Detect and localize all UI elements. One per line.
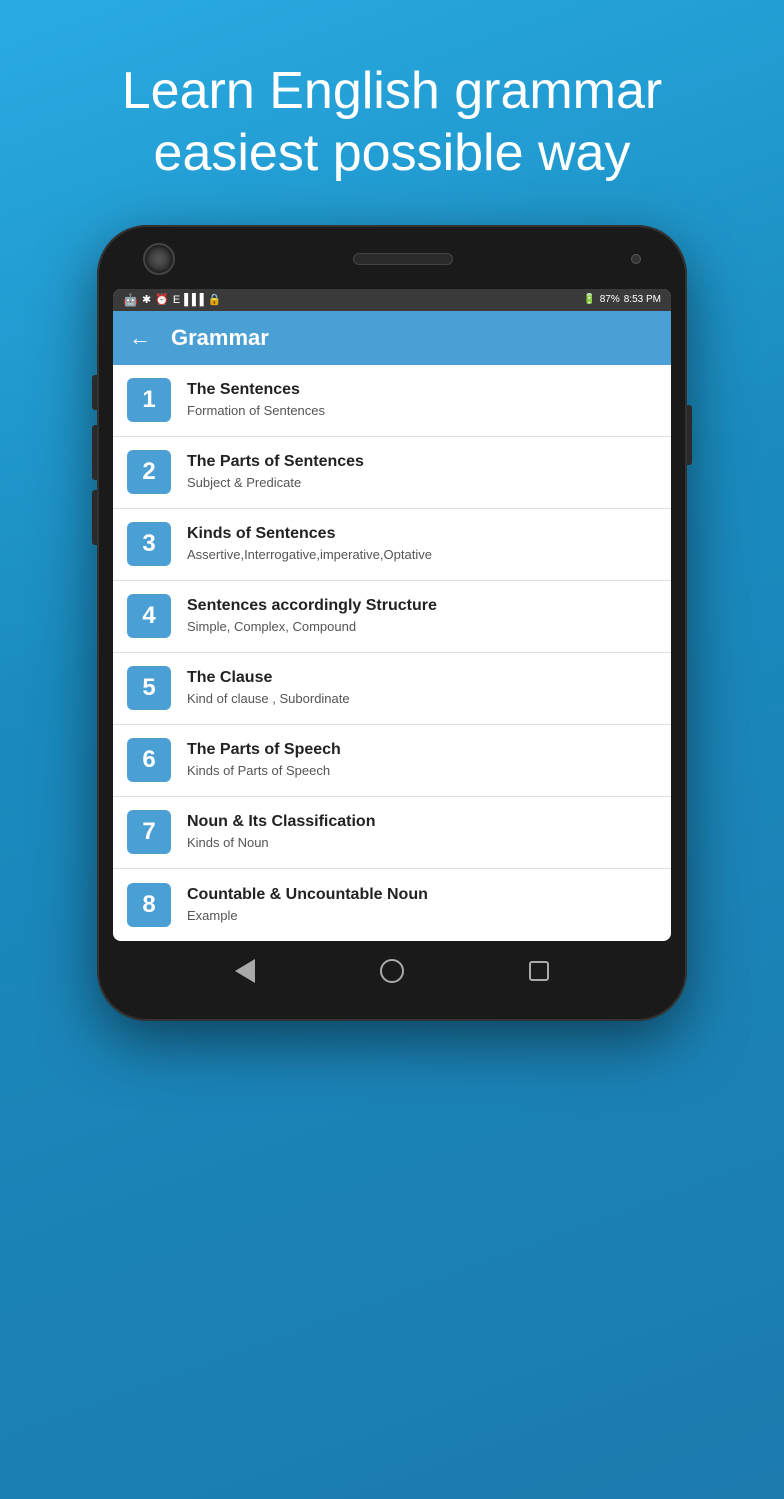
list-item[interactable]: 2 The Parts of Sentences Subject & Predi… — [113, 437, 671, 509]
list-item[interactable]: 8 Countable & Uncountable Noun Example — [113, 869, 671, 941]
list-item[interactable]: 5 The Clause Kind of clause , Subordinat… — [113, 653, 671, 725]
volume-down-button[interactable] — [92, 425, 97, 480]
phone-shell: 🤖 ✱ ⏰ E▐▐▐ 🔒 🔋 87% 8:53 PM ← Grammar — [97, 225, 687, 1021]
item-subtitle: Simple, Complex, Compound — [187, 619, 657, 636]
phone-bottom-nav — [113, 941, 671, 991]
back-nav-button[interactable] — [235, 959, 255, 983]
item-subtitle: Kind of clause , Subordinate — [187, 691, 657, 708]
item-text: Sentences accordingly Structure Simple, … — [187, 596, 657, 636]
item-text: Countable & Uncountable Noun Example — [187, 885, 657, 925]
item-subtitle: Formation of Sentences — [187, 403, 657, 420]
item-title: The Parts of Speech — [187, 740, 657, 761]
status-left: 🤖 ✱ ⏰ E▐▐▐ 🔒 — [123, 293, 221, 307]
hero-section: Learn English grammar easiest possible w… — [0, 0, 784, 215]
item-title: Countable & Uncountable Noun — [187, 885, 657, 906]
phone-speaker — [353, 253, 453, 265]
item-title: The Clause — [187, 668, 657, 689]
item-number-badge: 1 — [127, 378, 171, 422]
android-icon: 🤖 — [123, 293, 138, 307]
item-subtitle: Kinds of Parts of Speech — [187, 763, 657, 780]
item-subtitle: Subject & Predicate — [187, 475, 657, 492]
item-text: The Sentences Formation of Sentences — [187, 380, 657, 420]
battery-icon: 🔋 — [583, 294, 595, 305]
item-subtitle: Assertive,Interrogative,imperative,Optat… — [187, 547, 657, 564]
status-right: 🔋 87% 8:53 PM — [583, 294, 661, 305]
item-title: The Parts of Sentences — [187, 452, 657, 473]
item-text: The Clause Kind of clause , Subordinate — [187, 668, 657, 708]
volume-up-button[interactable] — [92, 375, 97, 410]
grammar-list: 1 The Sentences Formation of Sentences 2… — [113, 365, 671, 941]
item-title: Kinds of Sentences — [187, 524, 657, 545]
item-number-badge: 3 — [127, 522, 171, 566]
time-display: 8:53 PM — [624, 294, 661, 305]
list-item[interactable]: 1 The Sentences Formation of Sentences — [113, 365, 671, 437]
item-number-badge: 7 — [127, 810, 171, 854]
recents-nav-button[interactable] — [529, 961, 549, 981]
item-number-badge: 6 — [127, 738, 171, 782]
item-text: Kinds of Sentences Assertive,Interrogati… — [187, 524, 657, 564]
front-camera — [143, 243, 175, 275]
item-title: The Sentences — [187, 380, 657, 401]
item-subtitle: Kinds of Noun — [187, 835, 657, 852]
bluetooth-icon: ✱ — [142, 293, 151, 306]
power-button[interactable] — [687, 405, 692, 465]
item-text: The Parts of Speech Kinds of Parts of Sp… — [187, 740, 657, 780]
phone-wrapper: 🤖 ✱ ⏰ E▐▐▐ 🔒 🔋 87% 8:53 PM ← Grammar — [0, 225, 784, 1021]
app-header: ← Grammar — [113, 311, 671, 365]
app-title: Grammar — [171, 325, 269, 351]
phone-screen: 🤖 ✱ ⏰ E▐▐▐ 🔒 🔋 87% 8:53 PM ← Grammar — [113, 289, 671, 941]
home-nav-button[interactable] — [380, 959, 404, 983]
item-title: Sentences accordingly Structure — [187, 596, 657, 617]
item-number-badge: 8 — [127, 883, 171, 927]
item-subtitle: Example — [187, 908, 657, 925]
item-text: The Parts of Sentences Subject & Predica… — [187, 452, 657, 492]
back-button[interactable]: ← — [129, 325, 151, 351]
list-item[interactable]: 6 The Parts of Speech Kinds of Parts of … — [113, 725, 671, 797]
phone-sensor — [631, 254, 641, 264]
list-item[interactable]: 4 Sentences accordingly Structure Simple… — [113, 581, 671, 653]
list-item[interactable]: 3 Kinds of Sentences Assertive,Interroga… — [113, 509, 671, 581]
signal-strength: E▐▐▐ — [173, 294, 204, 306]
item-text: Noun & Its Classification Kinds of Noun — [187, 812, 657, 852]
hero-headline: Learn English grammar easiest possible w… — [60, 60, 724, 185]
silent-button[interactable] — [92, 490, 97, 545]
list-item[interactable]: 7 Noun & Its Classification Kinds of Nou… — [113, 797, 671, 869]
status-bar: 🤖 ✱ ⏰ E▐▐▐ 🔒 🔋 87% 8:53 PM — [113, 289, 671, 311]
alarm-icon: ⏰ — [155, 293, 169, 306]
battery-percent: 87% — [600, 294, 620, 305]
item-number-badge: 5 — [127, 666, 171, 710]
phone-top-bar — [113, 243, 671, 289]
item-number-badge: 4 — [127, 594, 171, 638]
item-title: Noun & Its Classification — [187, 812, 657, 833]
item-number-badge: 2 — [127, 450, 171, 494]
lock-icon: 🔒 — [208, 293, 222, 306]
